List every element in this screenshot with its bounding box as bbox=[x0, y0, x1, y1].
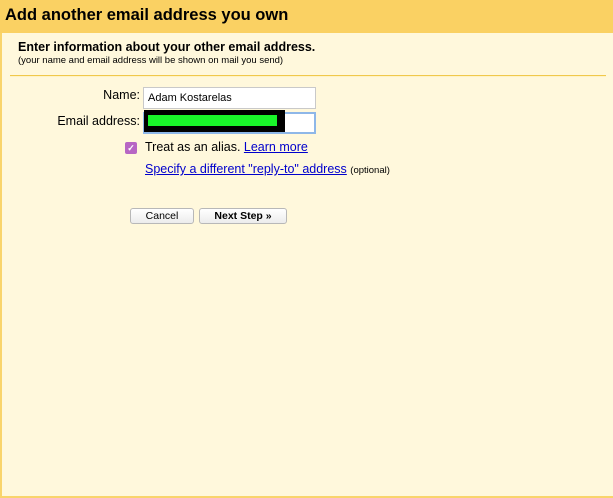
intro-subtitle: (your name and email address will be sho… bbox=[18, 55, 284, 66]
next-step-button[interactable]: Next Step » bbox=[199, 208, 287, 224]
intro-title: Enter information about your other email… bbox=[18, 40, 316, 54]
dialog-title: Add another email address you own bbox=[0, 0, 613, 33]
section-divider bbox=[10, 75, 606, 77]
optional-label: (optional) bbox=[350, 165, 390, 176]
email-label: Email address: bbox=[57, 114, 140, 128]
reply-to-link[interactable]: Specify a different "reply-to" address bbox=[145, 162, 347, 176]
reply-to-row: Specify a different "reply-to" address (… bbox=[145, 162, 390, 176]
learn-more-link[interactable]: Learn more bbox=[244, 140, 308, 154]
name-input[interactable] bbox=[143, 87, 316, 109]
redaction-fill bbox=[148, 115, 277, 126]
alias-checkbox[interactable]: ✓ bbox=[125, 142, 137, 154]
name-label: Name: bbox=[103, 88, 140, 102]
checkmark-icon: ✓ bbox=[127, 143, 135, 153]
alias-row: Treat as an alias. Learn more bbox=[145, 140, 308, 154]
cancel-button[interactable]: Cancel bbox=[130, 208, 194, 224]
alias-label: Treat as an alias. bbox=[145, 140, 241, 154]
intro-section: Enter information about your other email… bbox=[18, 40, 315, 67]
redaction-box bbox=[144, 110, 285, 132]
